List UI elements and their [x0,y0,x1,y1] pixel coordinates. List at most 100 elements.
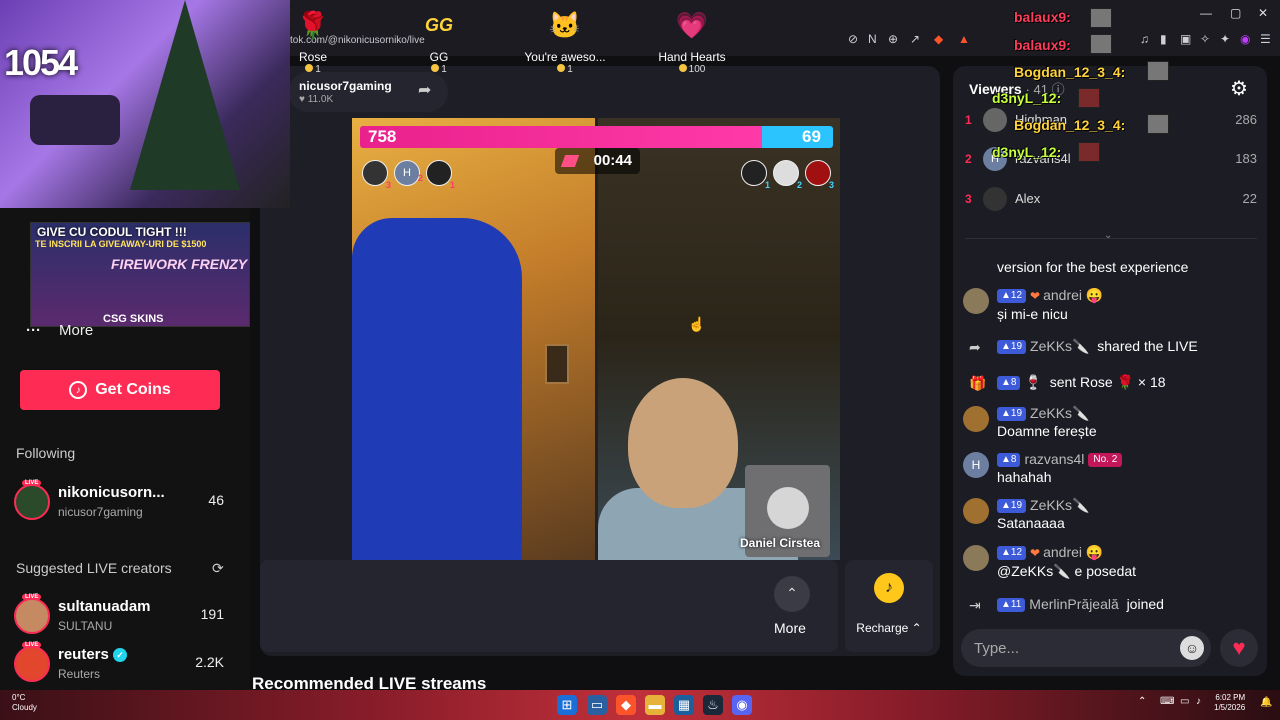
following-item[interactable]: LIVE nikonicusorn... nicusor7gaming 46 [14,480,228,528]
steam-icon[interactable]: ♨ [703,695,723,715]
chevron-up-icon: ⌃ [786,585,798,601]
suggested-item[interactable]: LIVE reuters ✓ Reuters 2.2K [14,642,228,690]
username: 🍷 [1024,374,1042,390]
fan-heart-icon: ❤ [1030,546,1041,560]
left-supporter-avatar[interactable]: 3 [362,160,391,190]
creator-sub: SULTANU [58,619,113,633]
brave-shield-icon[interactable]: ◆ [934,32,943,46]
camera-off-icon[interactable]: ⊘ [848,32,858,46]
discord-icon[interactable]: ◉ [732,695,752,715]
message-body: ▲19 ZeKKs🔪 Satanaaaa [997,496,1257,532]
get-coins-button[interactable]: ♪ Get Coins [20,370,220,410]
avatar [14,484,50,520]
volume-icon[interactable]: ♪ [1196,696,1201,707]
viewer-count: 191 [200,606,224,622]
person-face [628,378,738,508]
media-icon[interactable]: ♫ [1140,32,1149,46]
more-gifts-button[interactable]: ⌃ [774,576,810,612]
viewer-rank: 1 [965,113,972,127]
coin-icon [678,64,687,72]
wallet-icon[interactable]: ▣ [1180,32,1191,46]
avatar [963,288,989,314]
recharge-button[interactable]: ♪ Recharge ⌃ [845,560,933,652]
ad-brand: CSG SKINS [103,313,164,325]
taskbar-clock[interactable]: 6:02 PM 1/5/2026 [1214,693,1245,713]
chevron-down-icon[interactable]: ⌄ [1104,230,1112,241]
network-icon[interactable]: ▭ [1180,696,1189,707]
gift-hand-hearts[interactable]: 💗 Hand Hearts 100 [637,8,747,75]
leo-icon[interactable]: ✧ [1200,32,1210,46]
level-value: 11 [1010,599,1022,611]
minimize-button[interactable]: — [1200,6,1212,20]
viewer-count: 2.2K [195,654,224,670]
level-value: 19 [1010,500,1023,512]
store-icon[interactable]: ▦ [674,695,694,715]
level-value: 12 [1010,547,1023,559]
viewer-row[interactable]: 3 Alex 22 [965,187,1257,213]
notification-icon[interactable]: 🔔 [1260,697,1272,708]
sidebar-more[interactable]: ··· More [26,322,93,339]
viewer-name: Alex [1015,191,1041,206]
more-gifts-label[interactable]: More [774,620,806,636]
avatar [14,646,50,682]
close-window-button[interactable]: ✕ [1258,6,1268,20]
left-supporter-avatar[interactable]: H2 [394,160,423,186]
message-text: shared the LIVE [1097,338,1198,354]
creator-sub: Reuters [58,667,101,681]
username: ZeKKs🔪 [1030,497,1090,513]
gift-price: 1 [384,64,494,75]
level-value: 19 [1010,408,1023,420]
folder-icon[interactable]: ▬ [645,695,665,715]
emoji-icon[interactable]: ☺ [1180,636,1204,660]
chat-input[interactable] [961,629,1211,667]
translate-icon[interactable]: N [868,32,877,46]
get-coins-label: Get Coins [95,381,171,398]
level-badge: ▲19 [997,407,1027,422]
overlay-chat-image [1147,114,1169,134]
task-view-icon[interactable]: ▭ [587,695,607,715]
extensions-icon[interactable]: ✦ [1220,32,1230,46]
weather-widget[interactable]: 0°C Cloudy [12,693,37,713]
avatar [963,545,989,571]
creator-name-text: reuters [58,646,109,663]
verified-icon: ✓ [113,648,128,663]
battle-score-bar [360,126,833,148]
tray-chevron-icon[interactable]: ⌃ [1138,696,1146,707]
left-supporter-avatar[interactable]: 1 [426,160,455,190]
overlay-chat-image [1090,34,1112,54]
brave-icon[interactable]: ◆ [616,695,636,715]
creator-name: nikonicusorn... [58,484,165,501]
suggested-item[interactable]: LIVE sultanuadam SULTANU 191 [14,594,228,642]
viewer-score: 183 [1235,151,1257,166]
message-text: și mi-e nicu [997,306,1068,322]
language-icon[interactable]: ⌨ [1160,696,1174,707]
gift-gg[interactable]: GG GG 1 [384,8,494,75]
share-icon[interactable]: ➦ [418,80,442,104]
maximize-button[interactable]: ▢ [1230,6,1241,20]
share-page-icon[interactable]: ↗ [910,32,920,46]
refresh-icon[interactable]: ⟳ [212,560,224,577]
start-icon[interactable]: ⊞ [557,695,577,715]
zoom-icon[interactable]: ⊕ [888,32,898,46]
brave-rewards-icon[interactable]: ▲ [958,32,970,46]
avatar [963,498,989,524]
gift-youre-awesome[interactable]: 🐱 You're aweso... 1 [510,8,620,75]
heart-icon: ♥ [299,94,305,105]
right-supporter-avatar[interactable]: 2 [773,160,802,190]
username: MerlinPrăjeală [1029,596,1119,612]
username: ZeKKs🔪 [1030,405,1090,421]
avatar: H [963,452,989,478]
menu-icon[interactable]: ☰ [1260,32,1271,46]
gear-icon[interactable]: ⚙ [1230,76,1248,101]
overlay-chat-image [1078,88,1100,108]
right-supporter-avatar[interactable]: 3 [805,160,834,190]
gg-icon: GG [424,15,453,35]
username: ZeKKs🔪 [1030,338,1090,354]
gift-icon: 🎁 [969,375,987,391]
battle-icon [560,155,580,167]
sidebar-toggle-icon[interactable]: ▮ [1160,32,1167,46]
right-supporter-avatar[interactable]: 1 [741,160,770,190]
username: andrei 😛 [1043,544,1104,560]
vpn-icon[interactable]: ◉ [1240,32,1250,46]
like-heart-button[interactable]: ♥ [1220,629,1258,667]
